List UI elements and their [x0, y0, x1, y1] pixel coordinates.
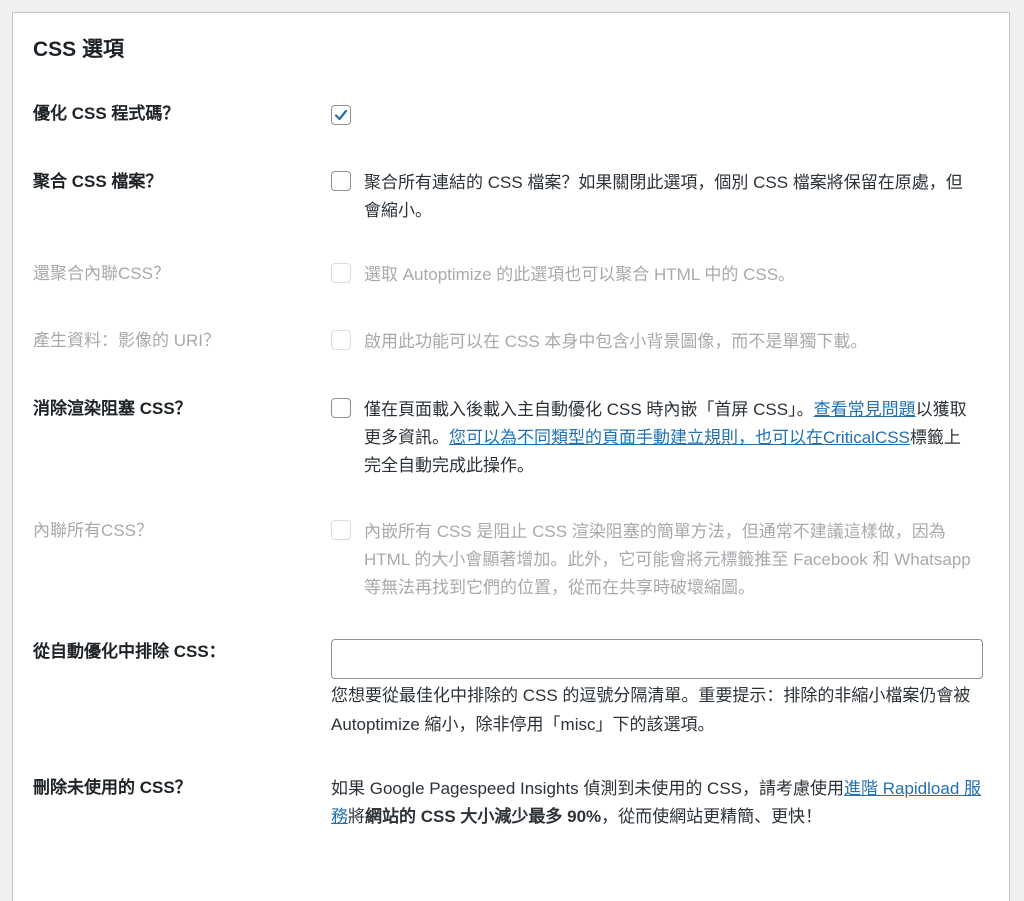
- unused-text-3: ，從而使網站更精簡、更快！: [601, 807, 823, 826]
- exclude-css-label: 從自動優化中排除 CSS：: [33, 642, 226, 661]
- data-uri-description: 啟用此功能可以在 CSS 本身中包含小背景圖像，而不是單獨下載。: [364, 332, 868, 351]
- render-blocking-label: 消除渲染阻塞 CSS？: [33, 399, 192, 418]
- aggregate-inline-css-description: 選取 Autoptimize 的此選項也可以聚合 HTML 中的 CSS。: [364, 265, 796, 284]
- render-blocking-description: 僅在頁面載入後載入主自動優化 CSS 時內嵌「首屏 CSS」。查看常見問題以獲取…: [364, 396, 976, 480]
- remove-unused-css-label: 刪除未使用的 CSS？: [33, 778, 192, 797]
- data-uri-checkbox[interactable]: [331, 330, 351, 350]
- remove-unused-css-description: 如果 Google Pagespeed Insights 偵測到未使用的 CSS…: [331, 775, 981, 831]
- settings-panel: CSS 選項 優化 CSS 程式碼？ 聚合 CSS 檔案？ 聚合所有連結的 CS…: [12, 12, 1010, 901]
- exclude-css-input[interactable]: [331, 639, 983, 679]
- unused-bold-text: 網站的 CSS 大小減少最多 90%: [365, 807, 602, 826]
- render-blocking-text-1: 僅在頁面載入後載入主自動優化 CSS 時內嵌「首屏 CSS」。: [364, 400, 814, 419]
- aggregate-css-description: 聚合所有連結的 CSS 檔案？如果關閉此選項，個別 CSS 檔案將保留在原處，但…: [364, 173, 963, 220]
- exclude-css-note: 您想要從最佳化中排除的 CSS 的逗號分隔清單。重要提示：排除的非縮小檔案仍會被…: [331, 686, 971, 734]
- unused-text-2: 將: [348, 807, 365, 826]
- faq-link[interactable]: 查看常見問題: [814, 400, 916, 419]
- data-uri-label: 產生資料：影像的 URI？: [33, 331, 220, 350]
- unused-text-1: 如果 Google Pagespeed Insights 偵測到未使用的 CSS…: [331, 779, 844, 798]
- inline-all-css-checkbox[interactable]: [331, 520, 351, 540]
- render-blocking-checkbox[interactable]: [331, 398, 351, 418]
- optimize-css-label: 優化 CSS 程式碼？: [33, 104, 180, 123]
- aggregate-css-checkbox[interactable]: [331, 171, 351, 191]
- aggregate-inline-css-label: 還聚合內聯CSS？: [33, 264, 170, 283]
- section-title: CSS 選項: [33, 38, 125, 61]
- inline-all-css-description: 內嵌所有 CSS 是阻止 CSS 渲染阻塞的簡單方法，但通常不建議這樣做，因為 …: [364, 522, 971, 597]
- aggregate-inline-css-checkbox[interactable]: [331, 263, 351, 283]
- optimize-css-checkbox[interactable]: [331, 105, 351, 125]
- checkmark-icon: [334, 109, 348, 121]
- criticalcss-link[interactable]: 您可以為不同類型的頁面手動建立規則，也可以在CriticalCSS: [449, 428, 910, 447]
- aggregate-css-label: 聚合 CSS 檔案？: [33, 172, 163, 191]
- inline-all-css-label: 內聯所有CSS？: [33, 521, 153, 540]
